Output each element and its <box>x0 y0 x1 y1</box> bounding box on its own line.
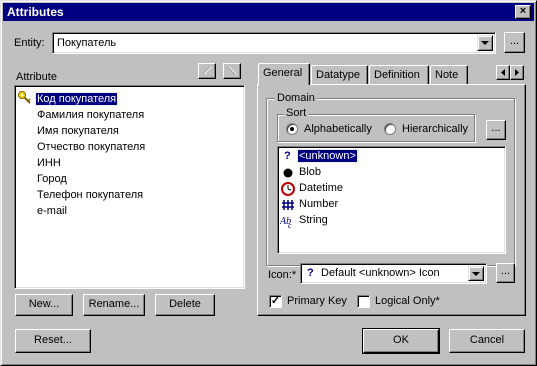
logical-only-checkbox[interactable] <box>357 295 370 308</box>
list-item[interactable]: Имя покупателя <box>36 124 120 140</box>
sort-alphabetically-radio[interactable] <box>286 123 298 135</box>
clock-icon <box>281 182 295 196</box>
tab-general[interactable]: General <box>258 63 310 85</box>
move-up-button[interactable] <box>198 63 216 79</box>
ok-button[interactable]: OK <box>362 328 440 354</box>
domain-label: Domain <box>275 92 317 104</box>
attribute-list[interactable]: Код покупателя Фамилия покупателя Имя по… <box>14 85 245 289</box>
list-item[interactable]: Отчество покупателя <box>36 140 146 156</box>
list-item[interactable]: Телефон покупателя <box>36 188 144 204</box>
icon-combobox[interactable]: ? Default <unknown> Icon <box>300 263 487 284</box>
attribute-label: Attribute <box>16 71 57 83</box>
icon-label: Icon:* <box>268 269 297 281</box>
delete-button[interactable]: Delete <box>155 294 215 316</box>
sort-hierarchically-label[interactable]: Hierarchically <box>402 123 468 135</box>
primary-key-label[interactable]: Primary Key <box>287 295 347 307</box>
title-bar: Attributes × <box>3 3 534 21</box>
logical-only-label[interactable]: Logical Only* <box>375 295 440 307</box>
rename-button[interactable]: Rename... <box>83 294 145 316</box>
tab-definition[interactable]: Definition <box>369 65 429 85</box>
entity-label: Entity: <box>14 37 45 49</box>
entity-browse-button[interactable]: ... <box>504 32 525 53</box>
domain-list[interactable]: ? <unknown> Blob Datetime Number Ab c St… <box>277 146 506 254</box>
close-button[interactable]: × <box>515 5 531 19</box>
chevron-right-icon <box>515 69 519 76</box>
chevron-down-icon[interactable] <box>477 35 493 51</box>
attributes-dialog: Attributes × Entity: Покупатель ... Attr… <box>0 0 537 366</box>
list-item[interactable]: Город <box>36 172 68 188</box>
new-button[interactable]: New... <box>15 294 73 316</box>
svg-text:c: c <box>288 221 292 229</box>
arrow-down-icon <box>227 66 237 75</box>
list-item[interactable]: Фамилия покупателя <box>36 108 145 124</box>
tab-note[interactable]: Note <box>430 65 468 85</box>
primary-key-checkbox[interactable]: ✓ <box>269 295 282 308</box>
list-item[interactable]: Number <box>298 197 339 213</box>
general-tab-panel: Domain Sort Alphabetically Hierarchicall… <box>257 84 526 316</box>
list-item[interactable]: Blob <box>298 165 322 181</box>
tab-datatype[interactable]: Datatype <box>311 65 368 85</box>
number-icon <box>282 200 294 210</box>
string-icon: Ab c <box>280 216 292 229</box>
domain-browse-button[interactable]: ... <box>486 120 506 140</box>
key-icon <box>18 91 31 104</box>
list-item[interactable]: e-mail <box>36 204 68 220</box>
sort-hierarchically-radio[interactable] <box>384 123 396 135</box>
blob-icon <box>283 168 293 178</box>
tab-scroll-right-button[interactable] <box>510 65 524 80</box>
sort-label: Sort <box>284 107 309 119</box>
icon-value: Default <unknown> Icon <box>321 267 440 279</box>
entity-combobox[interactable]: Покупатель <box>52 32 496 54</box>
chevron-down-icon[interactable] <box>468 266 484 281</box>
list-item[interactable]: Datetime <box>298 181 344 197</box>
reset-button[interactable]: Reset... <box>15 329 91 353</box>
cancel-button[interactable]: Cancel <box>449 329 525 353</box>
question-icon: ? <box>307 267 314 279</box>
arrow-up-icon <box>202 66 212 75</box>
tab-scroll-left-button[interactable] <box>496 65 510 80</box>
window-title: Attributes <box>7 5 64 19</box>
icon-browse-button[interactable]: ... <box>496 263 515 283</box>
sort-alphabetically-label[interactable]: Alphabetically <box>304 123 372 135</box>
entity-value: Покупатель <box>57 37 117 49</box>
list-item[interactable]: String <box>298 213 329 229</box>
chevron-left-icon <box>501 69 505 76</box>
list-item[interactable]: ИНН <box>36 156 62 172</box>
question-icon: ? <box>284 150 291 162</box>
list-item[interactable]: <unknown> <box>297 149 358 165</box>
move-down-button[interactable] <box>223 63 241 79</box>
close-icon: × <box>519 5 527 17</box>
list-item[interactable]: Код покупателя <box>34 92 119 108</box>
